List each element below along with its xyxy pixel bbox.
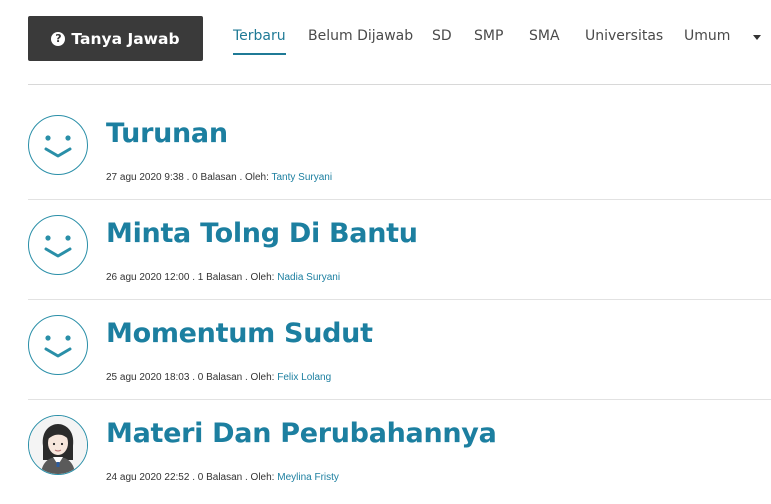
- question-title[interactable]: Minta Tolng Di Bantu: [106, 218, 418, 249]
- tab-umum[interactable]: Umum: [684, 26, 730, 46]
- avatar[interactable]: [28, 215, 88, 275]
- question-meta-text: 27 agu 2020 9:38 . 0 Balasan . Oleh:: [106, 172, 272, 183]
- question-title[interactable]: Momentum Sudut: [106, 318, 373, 349]
- smiley-icon: [44, 135, 72, 158]
- question-author-link[interactable]: Tanty Suryani: [272, 172, 333, 183]
- ask-question-button[interactable]: ? Tanya Jawab: [28, 16, 203, 61]
- question-author-link[interactable]: Nadia Suryani: [277, 272, 340, 283]
- question-meta: 24 agu 2020 22:52 . 0 Balasan . Oleh: Me…: [106, 472, 339, 483]
- question-item[interactable]: Minta Tolng Di Bantu 26 agu 2020 12:00 .…: [28, 200, 771, 300]
- tab-universitas[interactable]: Universitas: [585, 26, 663, 46]
- question-author-link[interactable]: Felix Lolang: [277, 372, 331, 383]
- question-author-link[interactable]: Meylina Fristy: [277, 472, 339, 483]
- caret-down-icon[interactable]: [753, 35, 761, 40]
- avatar[interactable]: [28, 115, 88, 175]
- smiley-icon: [44, 235, 72, 258]
- question-title[interactable]: Turunan: [106, 118, 228, 149]
- active-tab-indicator: [233, 53, 286, 55]
- tab-smp[interactable]: SMP: [474, 26, 503, 46]
- question-item[interactable]: Materi Dan Perubahannya 24 agu 2020 22:5…: [28, 400, 771, 500]
- tab-terbaru[interactable]: Terbaru: [233, 26, 286, 46]
- header-divider: [28, 84, 771, 85]
- question-meta-text: 25 agu 2020 18:03 . 0 Balasan . Oleh:: [106, 372, 278, 383]
- smiley-icon: [44, 335, 72, 358]
- avatar[interactable]: [28, 315, 88, 375]
- user-photo: [29, 416, 87, 474]
- question-icon: ?: [51, 31, 66, 46]
- question-item[interactable]: Momentum Sudut 25 agu 2020 18:03 . 0 Bal…: [28, 300, 771, 400]
- question-meta: 25 agu 2020 18:03 . 0 Balasan . Oleh: Fe…: [106, 372, 331, 383]
- tab-sd[interactable]: SD: [432, 26, 452, 46]
- tab-belum-dijawab[interactable]: Belum Dijawab: [308, 26, 413, 46]
- question-meta-text: 24 agu 2020 22:52 . 0 Balasan . Oleh:: [106, 472, 278, 483]
- question-meta-text: 26 agu 2020 12:00 . 1 Balasan . Oleh:: [106, 272, 278, 283]
- category-tabs: Terbaru Belum Dijawab SD SMP SMA Univers…: [233, 26, 771, 60]
- question-meta: 26 agu 2020 12:00 . 1 Balasan . Oleh: Na…: [106, 272, 340, 283]
- question-item[interactable]: Turunan 27 agu 2020 9:38 . 0 Balasan . O…: [28, 100, 771, 200]
- page: ? Tanya Jawab Terbaru Belum Dijawab SD S…: [0, 0, 771, 504]
- tab-sma[interactable]: SMA: [529, 26, 560, 46]
- question-title[interactable]: Materi Dan Perubahannya: [106, 418, 497, 449]
- avatar[interactable]: [28, 415, 88, 475]
- question-meta: 27 agu 2020 9:38 . 0 Balasan . Oleh: Tan…: [106, 172, 332, 183]
- ask-question-label: Tanya Jawab: [71, 29, 180, 48]
